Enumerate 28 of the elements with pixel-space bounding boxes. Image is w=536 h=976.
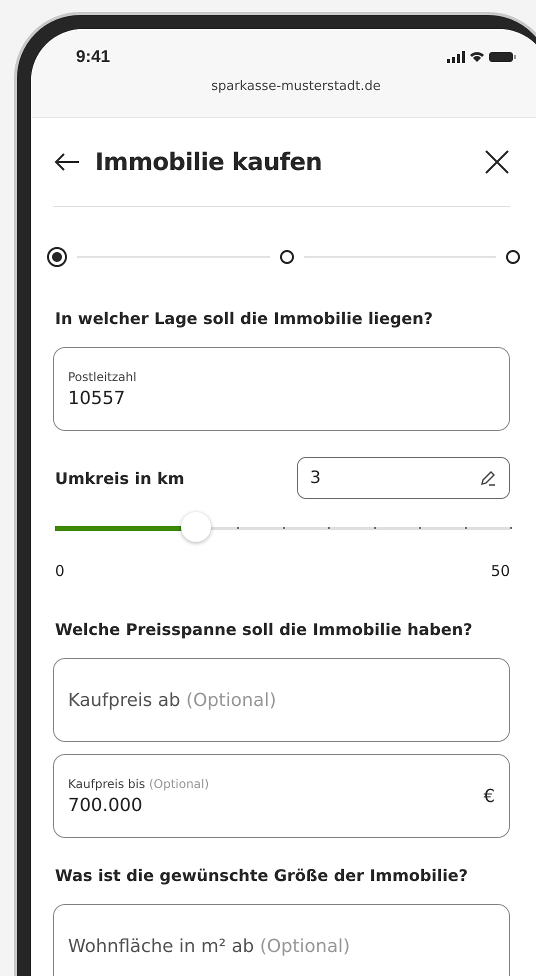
field-value: 10557 [68,388,126,408]
slider-handle[interactable] [181,512,212,542]
question-text: Welche Preisspanne soll die Immobilie haben? [55,619,474,641]
field-label: Kaufpreis bis (Optional) [68,776,210,790]
currency-unit: € [484,786,495,806]
range-max: 50 [490,562,510,580]
battery-icon [489,52,516,62]
slider-label: Umkreis in km [55,468,184,488]
input-field[interactable]: Postleitzahl 10557 [53,347,510,431]
input-field[interactable]: Wohnfläche in m² ab (Optional) [53,904,510,976]
signal-icon [447,51,465,63]
field-placeholder: Kaufpreis ab (Optional) [68,690,278,710]
field-placeholder: Wohnfläche in m² ab (Optional) [68,936,351,956]
page-title: Immobilie kaufen [95,148,323,176]
back-arrow-icon[interactable] [53,152,81,172]
question-text: In welcher Lage soll die Immobilie liegen? [55,308,434,330]
radius-input[interactable]: 3 [297,457,510,499]
input-field[interactable]: Kaufpreis bis (Optional) 700.000 € [53,754,510,838]
close-icon[interactable] [484,149,510,175]
wifi-icon [470,52,484,62]
status-time: 9:41 [76,47,110,67]
pencil-icon [479,469,497,487]
input-field[interactable]: Kaufpreis ab (Optional) [53,658,510,742]
range-min: 0 [55,562,65,580]
field-value: 700.000 [68,794,144,816]
question-text: Was ist die gewünschte Größe der Immobilie? [55,865,469,887]
field-label: Postleitzahl [68,370,138,384]
url-text[interactable]: sparkasse-musterstadt.de [211,79,381,94]
